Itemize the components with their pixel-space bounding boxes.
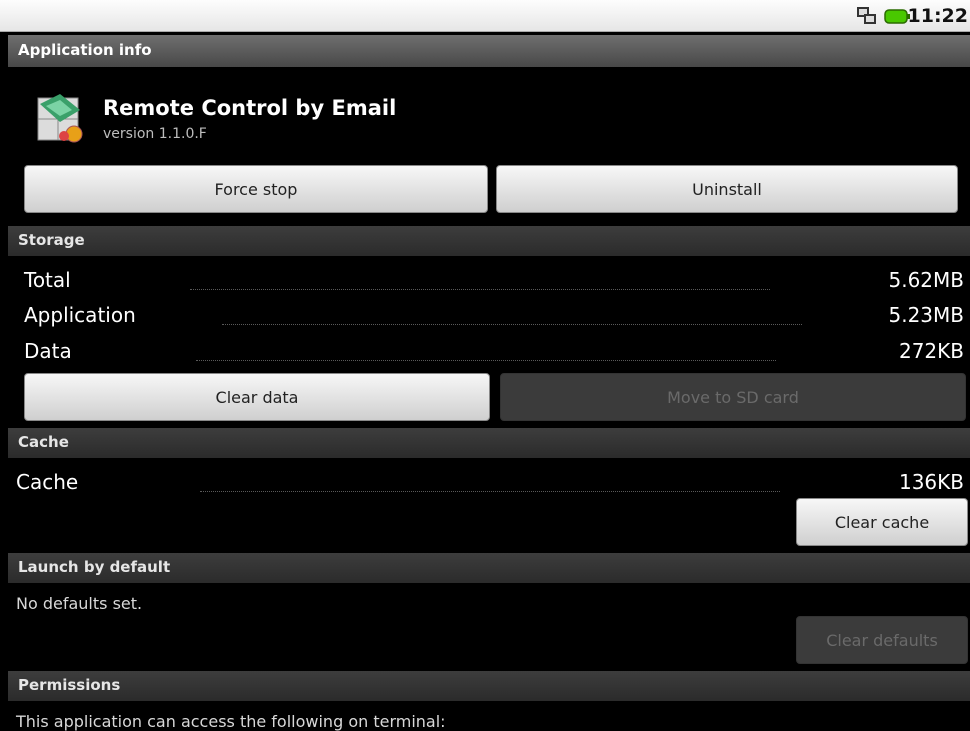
app-name: Remote Control by Email [103,96,397,120]
storage-data-value: 272KB [898,339,964,363]
clear-defaults-button[interactable]: Clear defaults [796,616,968,664]
permissions-text: This application can access the followin… [16,712,446,731]
divider [190,289,770,290]
no-defaults-text: No defaults set. [16,594,143,613]
move-to-sd-button[interactable]: Move to SD card [500,373,966,421]
storage-application-label: Application [24,303,136,327]
battery-icon [884,9,910,24]
divider [196,360,776,361]
storage-data-label: Data [24,339,72,363]
clear-data-button[interactable]: Clear data [24,373,490,421]
storage-application-value: 5.23MB [888,303,964,327]
network-icon [857,7,876,24]
uninstall-button[interactable]: Uninstall [496,165,958,213]
divider [200,491,780,492]
app-icon [37,94,83,143]
page-title: Application info [8,35,970,67]
cache-value: 136KB [898,470,964,494]
status-bar: 11:22 [0,0,970,32]
section-storage: Storage [8,226,970,256]
divider [222,324,802,325]
app-version: version 1.1.0.F [103,126,207,142]
storage-total-value: 5.62MB [888,268,964,292]
cache-label: Cache [16,470,79,494]
storage-total-label: Total [24,268,71,292]
clear-cache-button[interactable]: Clear cache [796,498,968,546]
force-stop-button[interactable]: Force stop [24,165,488,213]
section-launch-default: Launch by default [8,553,970,583]
section-permissions: Permissions [8,671,970,701]
status-time: 11:22 [907,5,968,27]
section-cache: Cache [8,428,970,458]
